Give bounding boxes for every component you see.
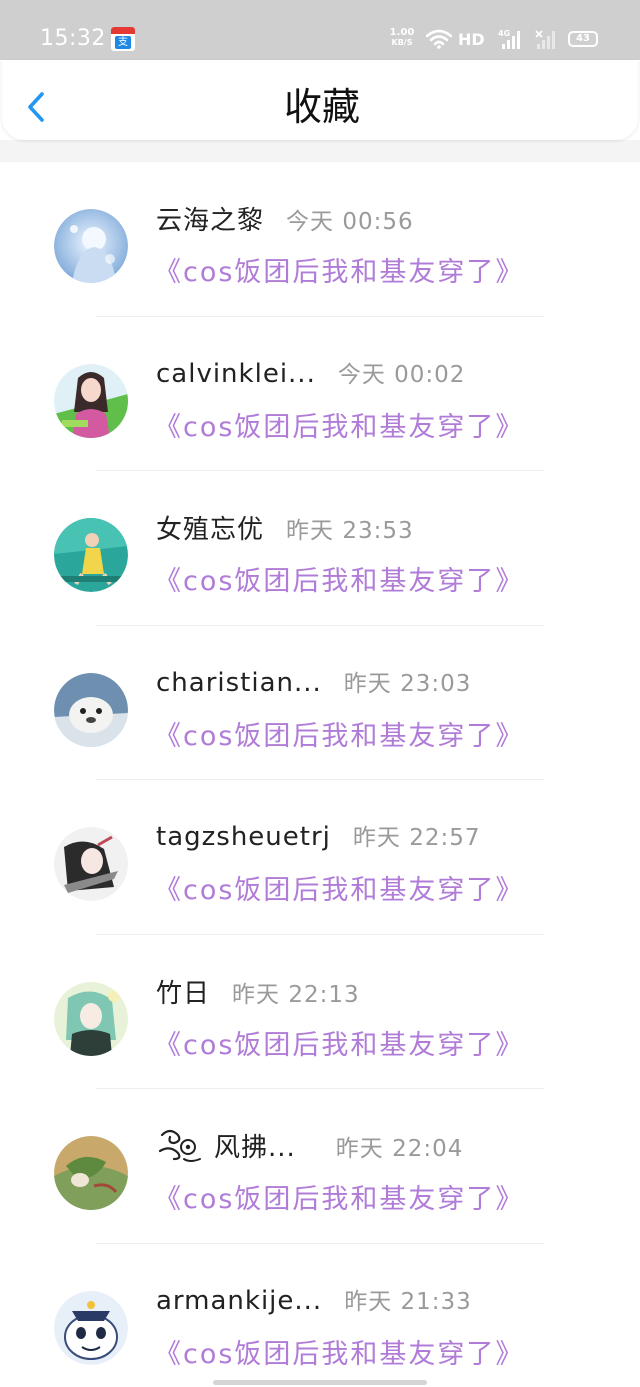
favorite-time: 今天 00:02 bbox=[337, 361, 466, 388]
favorite-time: 昨天 22:13 bbox=[232, 981, 360, 1008]
signal-icon bbox=[535, 30, 555, 49]
book-title[interactable]: 《cos饭团后我和基友穿了》 bbox=[154, 1023, 524, 1062]
hd-label: HD bbox=[458, 30, 485, 49]
book-title[interactable]: 《cos饭团后我和基友穿了》 bbox=[154, 1177, 524, 1216]
favorite-time: 昨天 23:53 bbox=[286, 518, 414, 544]
list-item[interactable]: 女殖忘优 昨天 23:53 《cos饭团后我和基友穿了》 bbox=[0, 471, 640, 626]
list-item[interactable]: 风拂... 昨天 22:04 《cos饭团后我和基友穿了》 bbox=[0, 1089, 640, 1244]
network-speed-value: 1.00 bbox=[389, 27, 415, 38]
alipay-icon: 支 bbox=[111, 27, 135, 51]
list-item[interactable]: armankije... 昨天 21:33 《cos饭团后我和基友穿了》 bbox=[0, 1244, 640, 1387]
network-speed-unit: KB/S bbox=[391, 38, 413, 47]
favorite-time: 昨天 23:03 bbox=[343, 670, 472, 697]
avatar[interactable] bbox=[54, 1136, 128, 1210]
book-title[interactable]: 《cos饭团后我和基友穿了》 bbox=[154, 868, 524, 907]
item-meta: calvinklei... 今天 00:02 bbox=[156, 355, 465, 391]
status-time: 15:32 bbox=[40, 26, 106, 51]
alipay-badge-text: 支 bbox=[115, 36, 131, 49]
home-indicator[interactable] bbox=[213, 1380, 427, 1385]
wifi-icon bbox=[426, 29, 452, 49]
status-bar: 15:32 支 1.00 KB/S HD 4G 43 bbox=[0, 0, 640, 60]
avatar[interactable] bbox=[54, 209, 128, 283]
user-name: armankije... bbox=[156, 1285, 323, 1316]
favorite-time: 昨天 22:57 bbox=[352, 825, 481, 851]
item-meta: armankije... 昨天 21:33 bbox=[156, 1282, 472, 1318]
avatar[interactable] bbox=[54, 672, 128, 747]
item-meta: 云海之黎 今天 00:56 bbox=[156, 200, 414, 236]
avatar[interactable] bbox=[54, 1290, 128, 1365]
favorite-time: 昨天 22:04 bbox=[335, 1136, 464, 1162]
signal-4g-icon: 4G bbox=[498, 29, 520, 49]
user-name: 竹日 bbox=[156, 978, 211, 1009]
header: 收藏 bbox=[2, 60, 638, 140]
list-item[interactable]: tagzsheuetrj 昨天 22:57 《cos饭团后我和基友穿了》 bbox=[0, 780, 640, 935]
battery-icon: 43 bbox=[568, 31, 598, 47]
item-meta: 竹日 昨天 22:13 bbox=[156, 973, 360, 1009]
avatar[interactable] bbox=[54, 981, 128, 1056]
user-name: 女殖忘优 bbox=[156, 515, 265, 545]
list-item[interactable]: calvinklei... 今天 00:02 《cos饭团后我和基友穿了》 bbox=[0, 317, 640, 471]
swirl-icon bbox=[158, 1129, 201, 1162]
header-spacer bbox=[0, 140, 640, 162]
item-meta: 女殖忘优 昨天 23:53 bbox=[156, 509, 414, 545]
book-title[interactable]: 《cos饭团后我和基友穿了》 bbox=[154, 714, 524, 753]
item-meta: tagzsheuetrj 昨天 22:57 bbox=[156, 818, 480, 854]
page-title: 收藏 bbox=[283, 85, 360, 129]
user-name: 风拂... bbox=[214, 1133, 296, 1163]
book-title[interactable]: 《cos饭团后我和基友穿了》 bbox=[154, 559, 524, 598]
book-title[interactable]: 《cos饭团后我和基友穿了》 bbox=[154, 1332, 524, 1371]
svg-text:4G: 4G bbox=[498, 29, 510, 38]
list-item[interactable]: charistian... 昨天 23:03 《cos饭团后我和基友穿了》 bbox=[0, 626, 640, 780]
favorite-time: 昨天 21:33 bbox=[344, 1288, 472, 1315]
user-name: calvinklei... bbox=[156, 358, 316, 389]
book-title[interactable]: 《cos饭团后我和基友穿了》 bbox=[154, 405, 524, 444]
user-name: charistian... bbox=[156, 667, 322, 698]
avatar[interactable] bbox=[54, 518, 128, 592]
list-item[interactable]: 竹日 昨天 22:13 《cos饭团后我和基友穿了》 bbox=[0, 935, 640, 1089]
item-meta: charistian... 昨天 23:03 bbox=[156, 664, 471, 700]
item-meta: 风拂... 昨天 22:04 bbox=[156, 1127, 463, 1163]
book-title[interactable]: 《cos饭团后我和基友穿了》 bbox=[154, 250, 524, 289]
list-item[interactable]: 云海之黎 今天 00:56 《cos饭团后我和基友穿了》 bbox=[0, 162, 640, 317]
network-speed: 1.00 KB/S bbox=[386, 28, 418, 48]
user-name: 云海之黎 bbox=[156, 206, 265, 236]
favorites-list: 云海之黎 今天 00:56 《cos饭团后我和基友穿了》 calvinklei.… bbox=[0, 162, 640, 1387]
favorite-time: 今天 00:56 bbox=[286, 209, 414, 235]
user-name: tagzsheuetrj bbox=[156, 822, 331, 852]
avatar[interactable] bbox=[54, 827, 128, 901]
avatar[interactable] bbox=[54, 363, 128, 438]
